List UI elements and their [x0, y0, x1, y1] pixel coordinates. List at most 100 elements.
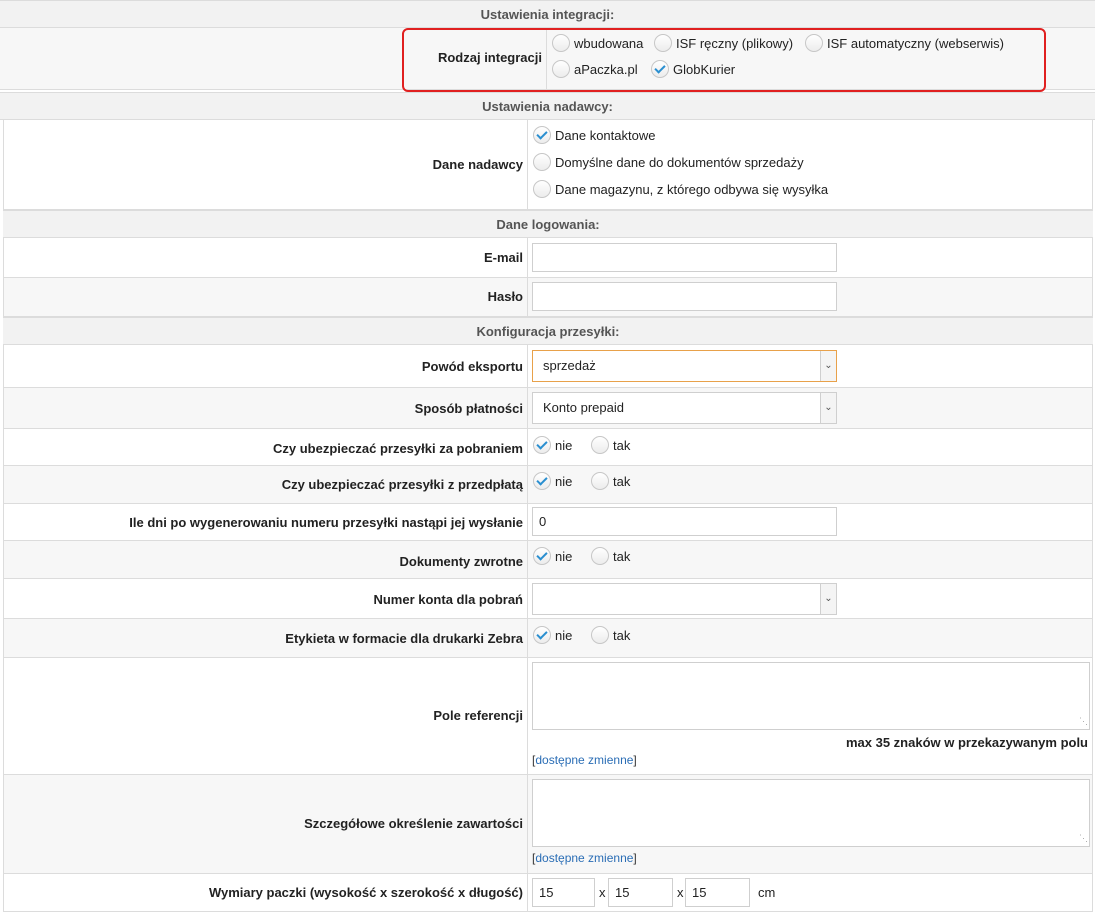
account-label: Numer konta dla pobrań	[373, 592, 523, 607]
password-field[interactable]	[532, 282, 837, 311]
payment-select[interactable]: Konto prepaid ⌄	[532, 392, 837, 424]
account-value-cell: ⌄	[529, 579, 1092, 618]
radio-checked-icon[interactable]	[533, 472, 551, 490]
radio-unchecked-icon[interactable]	[591, 436, 609, 454]
email-label-cell: E-mail	[4, 238, 528, 277]
dim-width-field[interactable]: 15	[608, 878, 673, 907]
shipping-days-value-cell: 0	[529, 504, 1092, 540]
radio-checked-icon[interactable]	[533, 126, 551, 144]
password-label-cell: Hasło	[4, 278, 528, 316]
radio-unchecked-icon[interactable]	[805, 34, 823, 52]
reference-textarea[interactable]	[532, 662, 1090, 730]
chevron-down-icon[interactable]: ⌄	[820, 584, 836, 614]
insure-prepaid-options: nie tak	[529, 466, 1092, 503]
payment-value-cell: Konto prepaid ⌄	[529, 388, 1092, 428]
radio-checked-icon[interactable]	[533, 626, 551, 644]
resize-grip-icon[interactable]: ⋱	[1079, 833, 1088, 844]
sender-data-row: Dane nadawcy Dane kontaktowe Domyślne da…	[3, 120, 1093, 210]
payment-row: Sposób płatności Konto prepaid ⌄	[3, 388, 1093, 429]
contents-label: Szczegółowe określenie zawartości	[304, 816, 523, 831]
email-field[interactable]	[532, 243, 837, 272]
integration-option-isf-manual[interactable]: ISF ręczny (plikowy)	[654, 34, 793, 52]
radio-checked-icon[interactable]	[651, 60, 669, 78]
reference-label-cell: Pole referencji	[4, 658, 528, 774]
dim-separator: x	[599, 885, 606, 900]
export-reason-selected: sprzedaż	[543, 358, 596, 373]
insure-cod-options: nie tak	[529, 429, 1092, 465]
radio-checked-icon[interactable]	[533, 547, 551, 565]
export-reason-label: Powód eksportu	[421, 359, 523, 374]
resize-grip-icon[interactable]: ⋱	[1079, 716, 1088, 727]
contents-variables-link[interactable]: dostępne zmienne	[535, 851, 633, 865]
reference-note: max 35 znaków w przekazywanym polu	[845, 735, 1088, 750]
zebra-yes[interactable]: tak	[591, 626, 630, 644]
dim-unit: cm	[758, 885, 776, 900]
sender-data-label-cell: Dane nadawcy	[4, 120, 528, 209]
insure-prepaid-yes[interactable]: tak	[591, 472, 630, 490]
radio-unchecked-icon[interactable]	[552, 60, 570, 78]
reference-value-cell: ⋱ max 35 znaków w przekazywanym polu [do…	[529, 658, 1092, 774]
radio-checked-icon[interactable]	[533, 436, 551, 454]
radio-unchecked-icon[interactable]	[591, 547, 609, 565]
radio-unchecked-icon[interactable]	[533, 153, 551, 171]
integration-option-apaczka[interactable]: aPaczka.pl	[552, 60, 638, 78]
radio-unchecked-icon[interactable]	[591, 626, 609, 644]
sender-section-title: Ustawienia nadawcy:	[482, 99, 613, 114]
export-reason-value-cell: sprzedaż ⌄	[529, 345, 1092, 387]
dimensions-value-cell: 15 x 15 x 15 cm	[529, 874, 1092, 911]
insure-cod-yes[interactable]: tak	[591, 436, 630, 454]
login-section-title: Dane logowania:	[496, 217, 600, 232]
shipping-section-header: Konfiguracja przesyłki:	[3, 317, 1093, 345]
dimensions-label: Wymiary paczki (wysokość x szerokość x d…	[208, 885, 523, 900]
export-reason-row: Powód eksportu sprzedaż ⌄	[3, 345, 1093, 388]
zebra-no[interactable]: nie	[533, 626, 572, 644]
insure-prepaid-label: Czy ubezpieczać przesyłki z przedpłatą	[281, 477, 523, 492]
password-row: Hasło	[3, 278, 1093, 317]
shipping-section-title: Konfiguracja przesyłki:	[476, 324, 620, 339]
integration-option-globkurier[interactable]: GlobKurier	[651, 60, 735, 78]
radio-unchecked-icon[interactable]	[533, 180, 551, 198]
contents-textarea[interactable]	[532, 779, 1090, 847]
integration-type-label-cell: Rodzaj integracji	[0, 28, 547, 89]
shipping-days-label-cell: Ile dni po wygenerowaniu numeru przesyłk…	[4, 504, 528, 540]
radio-unchecked-icon[interactable]	[591, 472, 609, 490]
account-select[interactable]: ⌄	[532, 583, 837, 615]
reference-row: Pole referencji ⋱ max 35 znaków w przeka…	[3, 658, 1093, 775]
integration-type-row: Rodzaj integracji wbudowana ISF ręczny (…	[0, 28, 1095, 90]
chevron-down-icon[interactable]: ⌄	[820, 351, 836, 381]
zebra-options: nie tak	[529, 619, 1092, 657]
integration-section-title: Ustawienia integracji:	[480, 7, 615, 22]
shipping-days-field[interactable]: 0	[532, 507, 837, 536]
insure-prepaid-no[interactable]: nie	[533, 472, 572, 490]
return-docs-no[interactable]: nie	[533, 547, 572, 565]
zebra-label-cell: Etykieta w formacie dla drukarki Zebra	[4, 619, 528, 657]
integration-option-isf-auto[interactable]: ISF automatyczny (webserwis)	[805, 34, 1004, 52]
account-row: Numer konta dla pobrań ⌄	[3, 579, 1093, 619]
zebra-label: Etykieta w formacie dla drukarki Zebra	[285, 631, 523, 646]
insure-prepaid-row: Czy ubezpieczać przesyłki z przedpłatą n…	[3, 466, 1093, 504]
radio-unchecked-icon[interactable]	[552, 34, 570, 52]
reference-variables-link[interactable]: dostępne zmienne	[535, 753, 633, 767]
payment-label-cell: Sposób płatności	[4, 388, 528, 428]
email-row: E-mail	[3, 238, 1093, 278]
return-docs-options: nie tak	[529, 541, 1092, 578]
return-docs-yes[interactable]: tak	[591, 547, 630, 565]
reference-label: Pole referencji	[433, 708, 523, 723]
sender-option-warehouse[interactable]: Dane magazynu, z którego odbywa się wysy…	[533, 180, 828, 198]
radio-unchecked-icon[interactable]	[654, 34, 672, 52]
chevron-down-icon[interactable]: ⌄	[820, 393, 836, 423]
email-label: E-mail	[483, 250, 523, 265]
sender-option-contact[interactable]: Dane kontaktowe	[533, 126, 655, 144]
integration-option-wbudowana[interactable]: wbudowana	[552, 34, 643, 52]
dim-height-field[interactable]: 15	[532, 878, 595, 907]
insure-cod-no[interactable]: nie	[533, 436, 572, 454]
dimensions-label-cell: Wymiary paczki (wysokość x szerokość x d…	[4, 874, 528, 911]
return-docs-row: Dokumenty zwrotne nie tak	[3, 541, 1093, 579]
shipping-days-row: Ile dni po wygenerowaniu numeru przesyłk…	[3, 504, 1093, 541]
integration-type-options: wbudowana ISF ręczny (plikowy) ISF autom…	[548, 28, 1095, 89]
sender-option-sales-docs[interactable]: Domyślne dane do dokumentów sprzedaży	[533, 153, 804, 171]
dim-length-field[interactable]: 15	[685, 878, 750, 907]
email-value-cell	[529, 238, 1092, 277]
contents-variables: [dostępne zmienne]	[532, 851, 637, 865]
export-reason-select[interactable]: sprzedaż ⌄	[532, 350, 837, 382]
